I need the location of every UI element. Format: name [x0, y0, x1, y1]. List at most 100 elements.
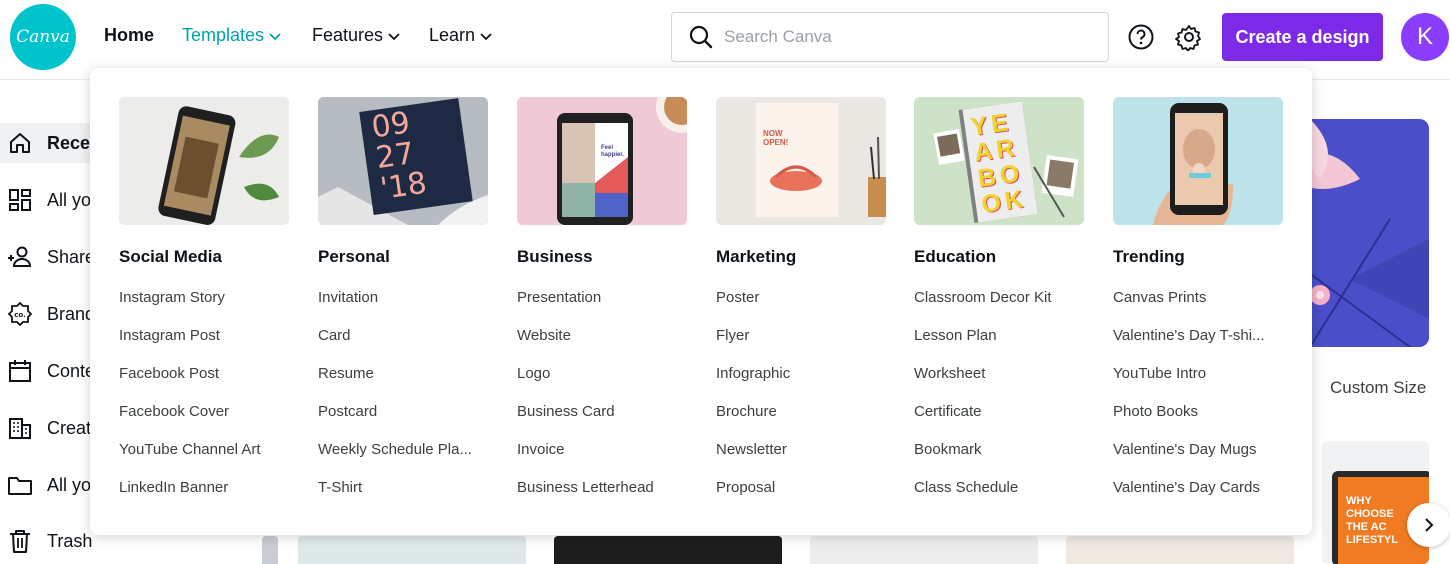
- template-link[interactable]: Valentine's Day Mugs: [1113, 441, 1285, 479]
- svg-text:co.: co.: [14, 311, 26, 319]
- template-link[interactable]: Card: [318, 327, 490, 365]
- template-link[interactable]: Photo Books: [1113, 403, 1285, 441]
- template-link[interactable]: Bookmark: [914, 441, 1086, 479]
- marketing-thumb-text: NOW OPEN!: [763, 129, 789, 147]
- custom-size-label[interactable]: Custom Size: [1330, 378, 1426, 398]
- social-media-image: [119, 97, 289, 225]
- gear-icon: [1175, 25, 1201, 51]
- sidebar-item-label: Brand: [47, 303, 96, 324]
- category-column-business: Feel happier. Business Presentation Webs…: [517, 97, 689, 517]
- sidebar-item-label: All yo: [47, 474, 92, 495]
- chevron-right-icon: [1425, 518, 1434, 532]
- template-link[interactable]: Instagram Post: [119, 327, 291, 365]
- category-column-personal: 09 27 '18 Personal Invitation Card Resum…: [318, 97, 490, 517]
- business-thumb-text: Feel happier.: [601, 145, 625, 158]
- template-link[interactable]: Business Card: [517, 403, 689, 441]
- next-button[interactable]: [1407, 503, 1450, 547]
- sidebar-item-content-planner[interactable]: Conte: [0, 351, 100, 391]
- template-link[interactable]: Facebook Post: [119, 365, 291, 403]
- category-thumbnail[interactable]: 09 27 '18: [318, 97, 488, 225]
- category-title[interactable]: Trending: [1113, 247, 1285, 267]
- template-link[interactable]: Infographic: [716, 365, 888, 403]
- chevron-down-icon: [269, 32, 281, 40]
- template-link[interactable]: Website: [517, 327, 689, 365]
- template-link[interactable]: YouTube Channel Art: [119, 441, 291, 479]
- category-title[interactable]: Business: [517, 247, 689, 267]
- template-link[interactable]: Canvas Prints: [1113, 289, 1285, 327]
- templates-dropdown: Social Media Instagram Story Instagram P…: [90, 68, 1312, 535]
- template-card[interactable]: WHY CHOOSE THE AC LIFESTYL: [1322, 441, 1429, 564]
- sidebar-item-brand[interactable]: co. Brand: [0, 294, 100, 334]
- folder-icon: [8, 477, 32, 495]
- category-column-trending: Trending Canvas Prints Valentine's Day T…: [1113, 97, 1285, 517]
- building-icon: [9, 418, 31, 439]
- trash-icon: [10, 530, 30, 553]
- sidebar-item-all-folders[interactable]: All yo: [0, 465, 100, 505]
- template-link[interactable]: Presentation: [517, 289, 689, 327]
- category-thumbnail[interactable]: YE AR BO OK: [914, 97, 1084, 225]
- category-title[interactable]: Education: [914, 247, 1086, 267]
- chevron-down-icon: [480, 32, 492, 40]
- category-thumbnail[interactable]: [1113, 97, 1283, 225]
- template-link[interactable]: Worksheet: [914, 365, 1086, 403]
- category-thumbnail[interactable]: [119, 97, 289, 225]
- template-link[interactable]: Valentine's Day T-shi...: [1113, 327, 1285, 365]
- nav-learn[interactable]: Learn: [429, 25, 493, 46]
- create-design-button[interactable]: Create a design: [1222, 13, 1383, 61]
- template-thumb[interactable]: [262, 536, 278, 564]
- template-thumb[interactable]: [554, 536, 782, 564]
- question-icon: [1128, 24, 1154, 50]
- create-design-label: Create a design: [1235, 26, 1370, 47]
- template-link[interactable]: Classroom Decor Kit: [914, 289, 1086, 327]
- category-title[interactable]: Social Media: [119, 247, 291, 267]
- template-link[interactable]: LinkedIn Banner: [119, 479, 291, 517]
- template-link[interactable]: Business Letterhead: [517, 479, 689, 517]
- search-bar[interactable]: [671, 12, 1109, 62]
- template-link[interactable]: Resume: [318, 365, 490, 403]
- category-thumbnail[interactable]: Feel happier.: [517, 97, 687, 225]
- category-title[interactable]: Marketing: [716, 247, 888, 267]
- nav-features[interactable]: Features: [312, 25, 401, 46]
- category-column-marketing: NOW OPEN! Marketing Poster Flyer Infogra…: [716, 97, 888, 517]
- sidebar-item-label: All yo: [47, 189, 92, 210]
- settings-button[interactable]: [1174, 22, 1204, 52]
- nav-learn-label: Learn: [429, 25, 476, 45]
- template-link[interactable]: Weekly Schedule Pla...: [318, 441, 490, 479]
- template-link[interactable]: Flyer: [716, 327, 888, 365]
- template-link[interactable]: Logo: [517, 365, 689, 403]
- sidebar-item-shared[interactable]: Share: [0, 237, 100, 277]
- template-link[interactable]: Postcard: [318, 403, 490, 441]
- template-link[interactable]: Brochure: [716, 403, 888, 441]
- template-link[interactable]: Newsletter: [716, 441, 888, 479]
- template-link[interactable]: YouTube Intro: [1113, 365, 1285, 403]
- template-link[interactable]: T-Shirt: [318, 479, 490, 517]
- template-thumb[interactable]: [810, 536, 1038, 564]
- template-link[interactable]: Poster: [716, 289, 888, 327]
- template-link[interactable]: Certificate: [914, 403, 1086, 441]
- template-link[interactable]: Invoice: [517, 441, 689, 479]
- category-thumbnail[interactable]: NOW OPEN!: [716, 97, 886, 225]
- sidebar-item-create-team[interactable]: Creat: [0, 408, 100, 448]
- logo-text: Canva: [16, 27, 70, 47]
- nav-templates[interactable]: Templates: [182, 25, 282, 46]
- template-link[interactable]: Lesson Plan: [914, 327, 1086, 365]
- search-input[interactable]: [724, 27, 1084, 47]
- avatar[interactable]: K: [1401, 13, 1449, 61]
- marketing-image: [716, 97, 886, 225]
- template-link[interactable]: Instagram Story: [119, 289, 291, 327]
- sidebar-item-all-designs[interactable]: All yo: [0, 180, 100, 220]
- template-link[interactable]: Invitation: [318, 289, 490, 327]
- help-button[interactable]: [1126, 22, 1156, 52]
- people-icon: [8, 246, 32, 267]
- template-link[interactable]: Valentine's Day Cards: [1113, 479, 1285, 517]
- template-link[interactable]: Class Schedule: [914, 479, 1086, 517]
- canva-logo[interactable]: Canva: [10, 4, 76, 70]
- business-image: [517, 97, 687, 225]
- template-thumb[interactable]: [298, 536, 526, 564]
- category-title[interactable]: Personal: [318, 247, 490, 267]
- template-thumb[interactable]: [1066, 536, 1294, 564]
- template-link[interactable]: Facebook Cover: [119, 403, 291, 441]
- sidebar-item-trash[interactable]: Trash: [0, 521, 100, 561]
- nav-home[interactable]: Home: [104, 25, 154, 46]
- template-link[interactable]: Proposal: [716, 479, 888, 517]
